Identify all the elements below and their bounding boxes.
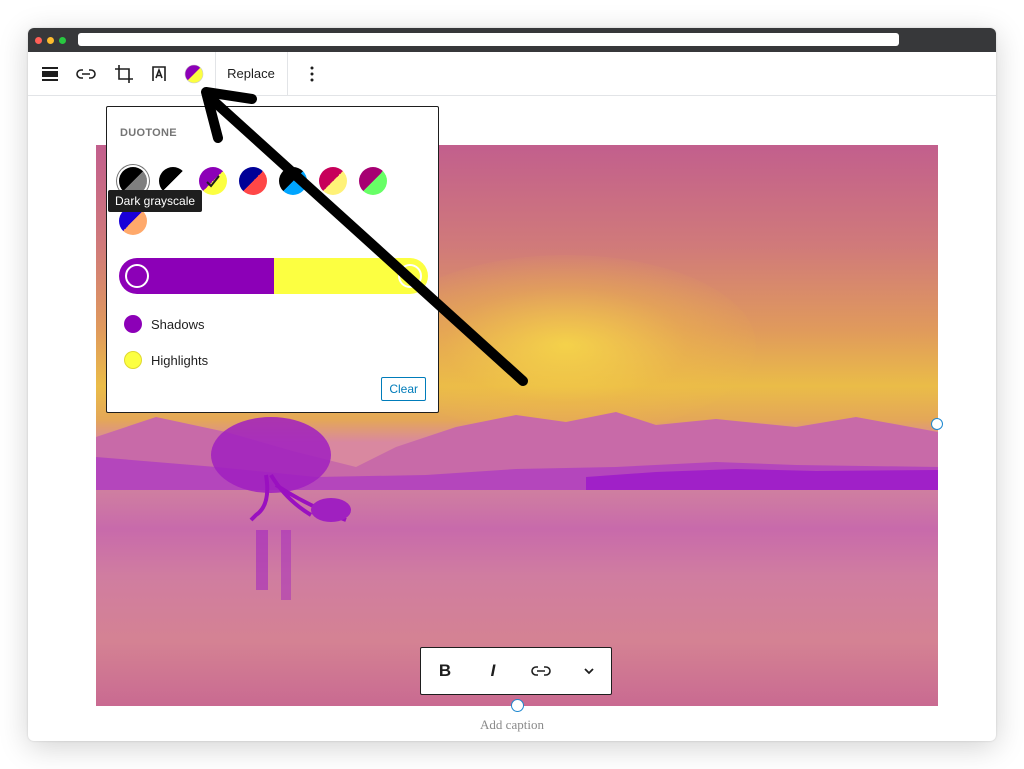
duotone-preset-midnight[interactable] (279, 167, 307, 195)
clear-button[interactable]: Clear (381, 377, 426, 401)
highlights-color-option[interactable]: Highlights (124, 351, 208, 369)
caption-link-button[interactable] (517, 648, 565, 694)
duotone-popover: DUOTONE Dark grayscale Shadows Highlight… (106, 106, 439, 413)
align-button[interactable] (36, 52, 64, 95)
duotone-gradient-bar[interactable] (119, 258, 428, 294)
align-icon (42, 66, 58, 81)
block-toolbar: Replace (28, 52, 996, 96)
bold-button[interactable]: B (421, 648, 469, 694)
duotone-preset-purple-and-yellow[interactable] (199, 167, 227, 195)
replace-button[interactable]: Replace (216, 52, 286, 95)
shadows-color-option[interactable]: Shadows (124, 315, 204, 333)
more-options-button[interactable] (300, 52, 324, 95)
insert-link-button[interactable] (72, 52, 100, 95)
highlights-label: Highlights (151, 352, 209, 368)
highlight-stop-handle[interactable] (398, 264, 422, 288)
caption-placeholder[interactable]: Add caption (28, 717, 996, 733)
link-icon (531, 666, 551, 676)
minimize-window-button[interactable] (47, 37, 54, 44)
caption-format-toolbar: B I (420, 647, 612, 695)
resize-handle-bottom[interactable] (511, 699, 524, 712)
crop-button[interactable] (110, 52, 138, 95)
italic-icon: I (490, 661, 496, 680)
close-window-button[interactable] (35, 37, 42, 44)
text-over-image-icon (152, 65, 166, 81)
preset-tooltip: Dark grayscale (108, 190, 203, 212)
toolbar-divider (287, 52, 288, 95)
maximize-window-button[interactable] (59, 37, 66, 44)
duotone-heading: DUOTONE (120, 127, 177, 139)
italic-button[interactable]: I (469, 648, 517, 694)
more-formatting-button[interactable] (565, 648, 613, 694)
duotone-button[interactable] (180, 52, 208, 95)
browser-titlebar (28, 28, 996, 52)
shadow-color-swatch (124, 315, 142, 333)
highlight-color-swatch (124, 351, 142, 369)
duotone-preset-blue-and-red[interactable] (239, 167, 267, 195)
duotone-preset-magenta-and-yellow[interactable] (319, 167, 347, 195)
duotone-preset-purple-and-green[interactable] (359, 167, 387, 195)
crop-icon (115, 64, 133, 83)
bold-icon: B (438, 661, 452, 680)
link-icon (76, 68, 96, 79)
chevron-down-icon (584, 668, 594, 675)
resize-handle-right[interactable] (931, 418, 943, 430)
address-bar[interactable] (78, 33, 899, 46)
image-tree (211, 417, 351, 600)
more-vertical-icon (310, 66, 314, 81)
shadow-stop-handle[interactable] (125, 264, 149, 288)
check-icon (206, 175, 220, 188)
duotone-icon (184, 64, 204, 83)
text-over-image-button[interactable] (145, 52, 173, 95)
shadows-label: Shadows (151, 316, 205, 332)
